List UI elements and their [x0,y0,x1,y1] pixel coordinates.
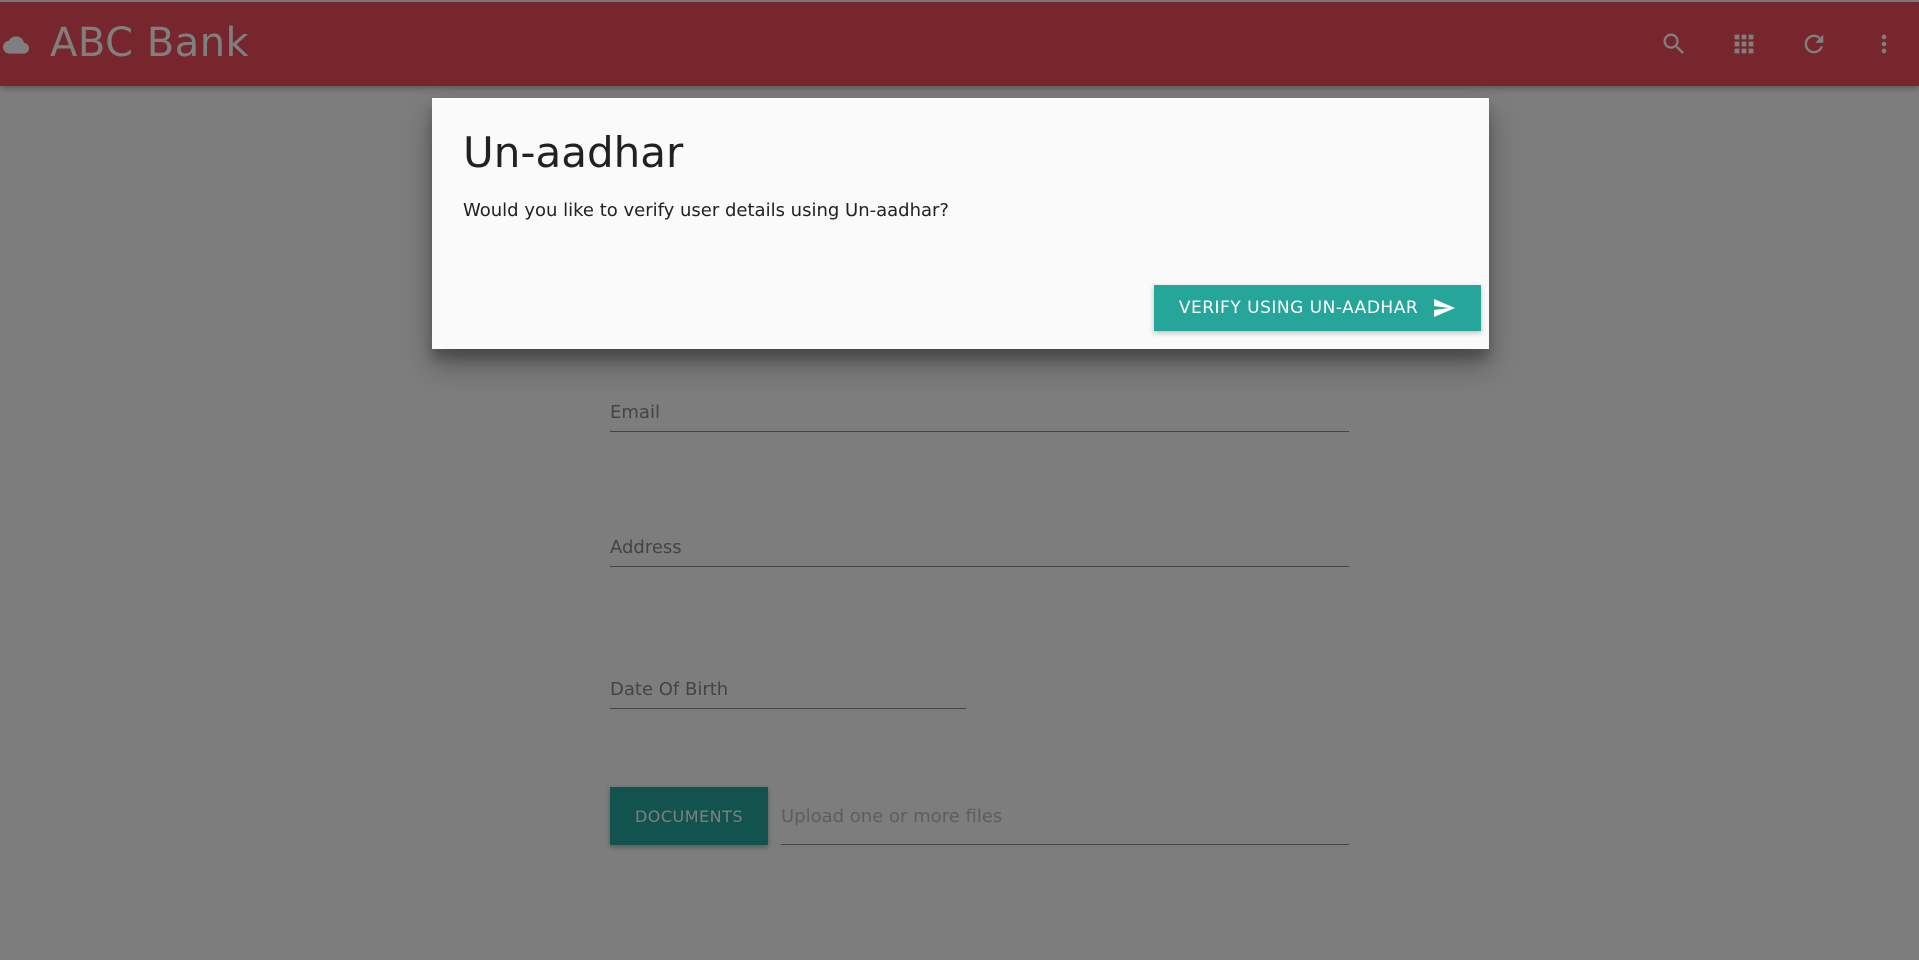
unaadhar-modal: Un-aadhar Would you like to verify user … [432,98,1489,349]
modal-text: Would you like to verify user details us… [463,200,949,221]
verify-button-label: VERIFY USING UN-AADHAR [1178,298,1419,318]
verify-button[interactable]: VERIFY USING UN-AADHAR [1154,285,1481,331]
modal-title: Un-aadhar [463,128,684,177]
send-icon [1434,299,1456,317]
modal-footer: VERIFY USING UN-AADHAR [432,285,1489,349]
